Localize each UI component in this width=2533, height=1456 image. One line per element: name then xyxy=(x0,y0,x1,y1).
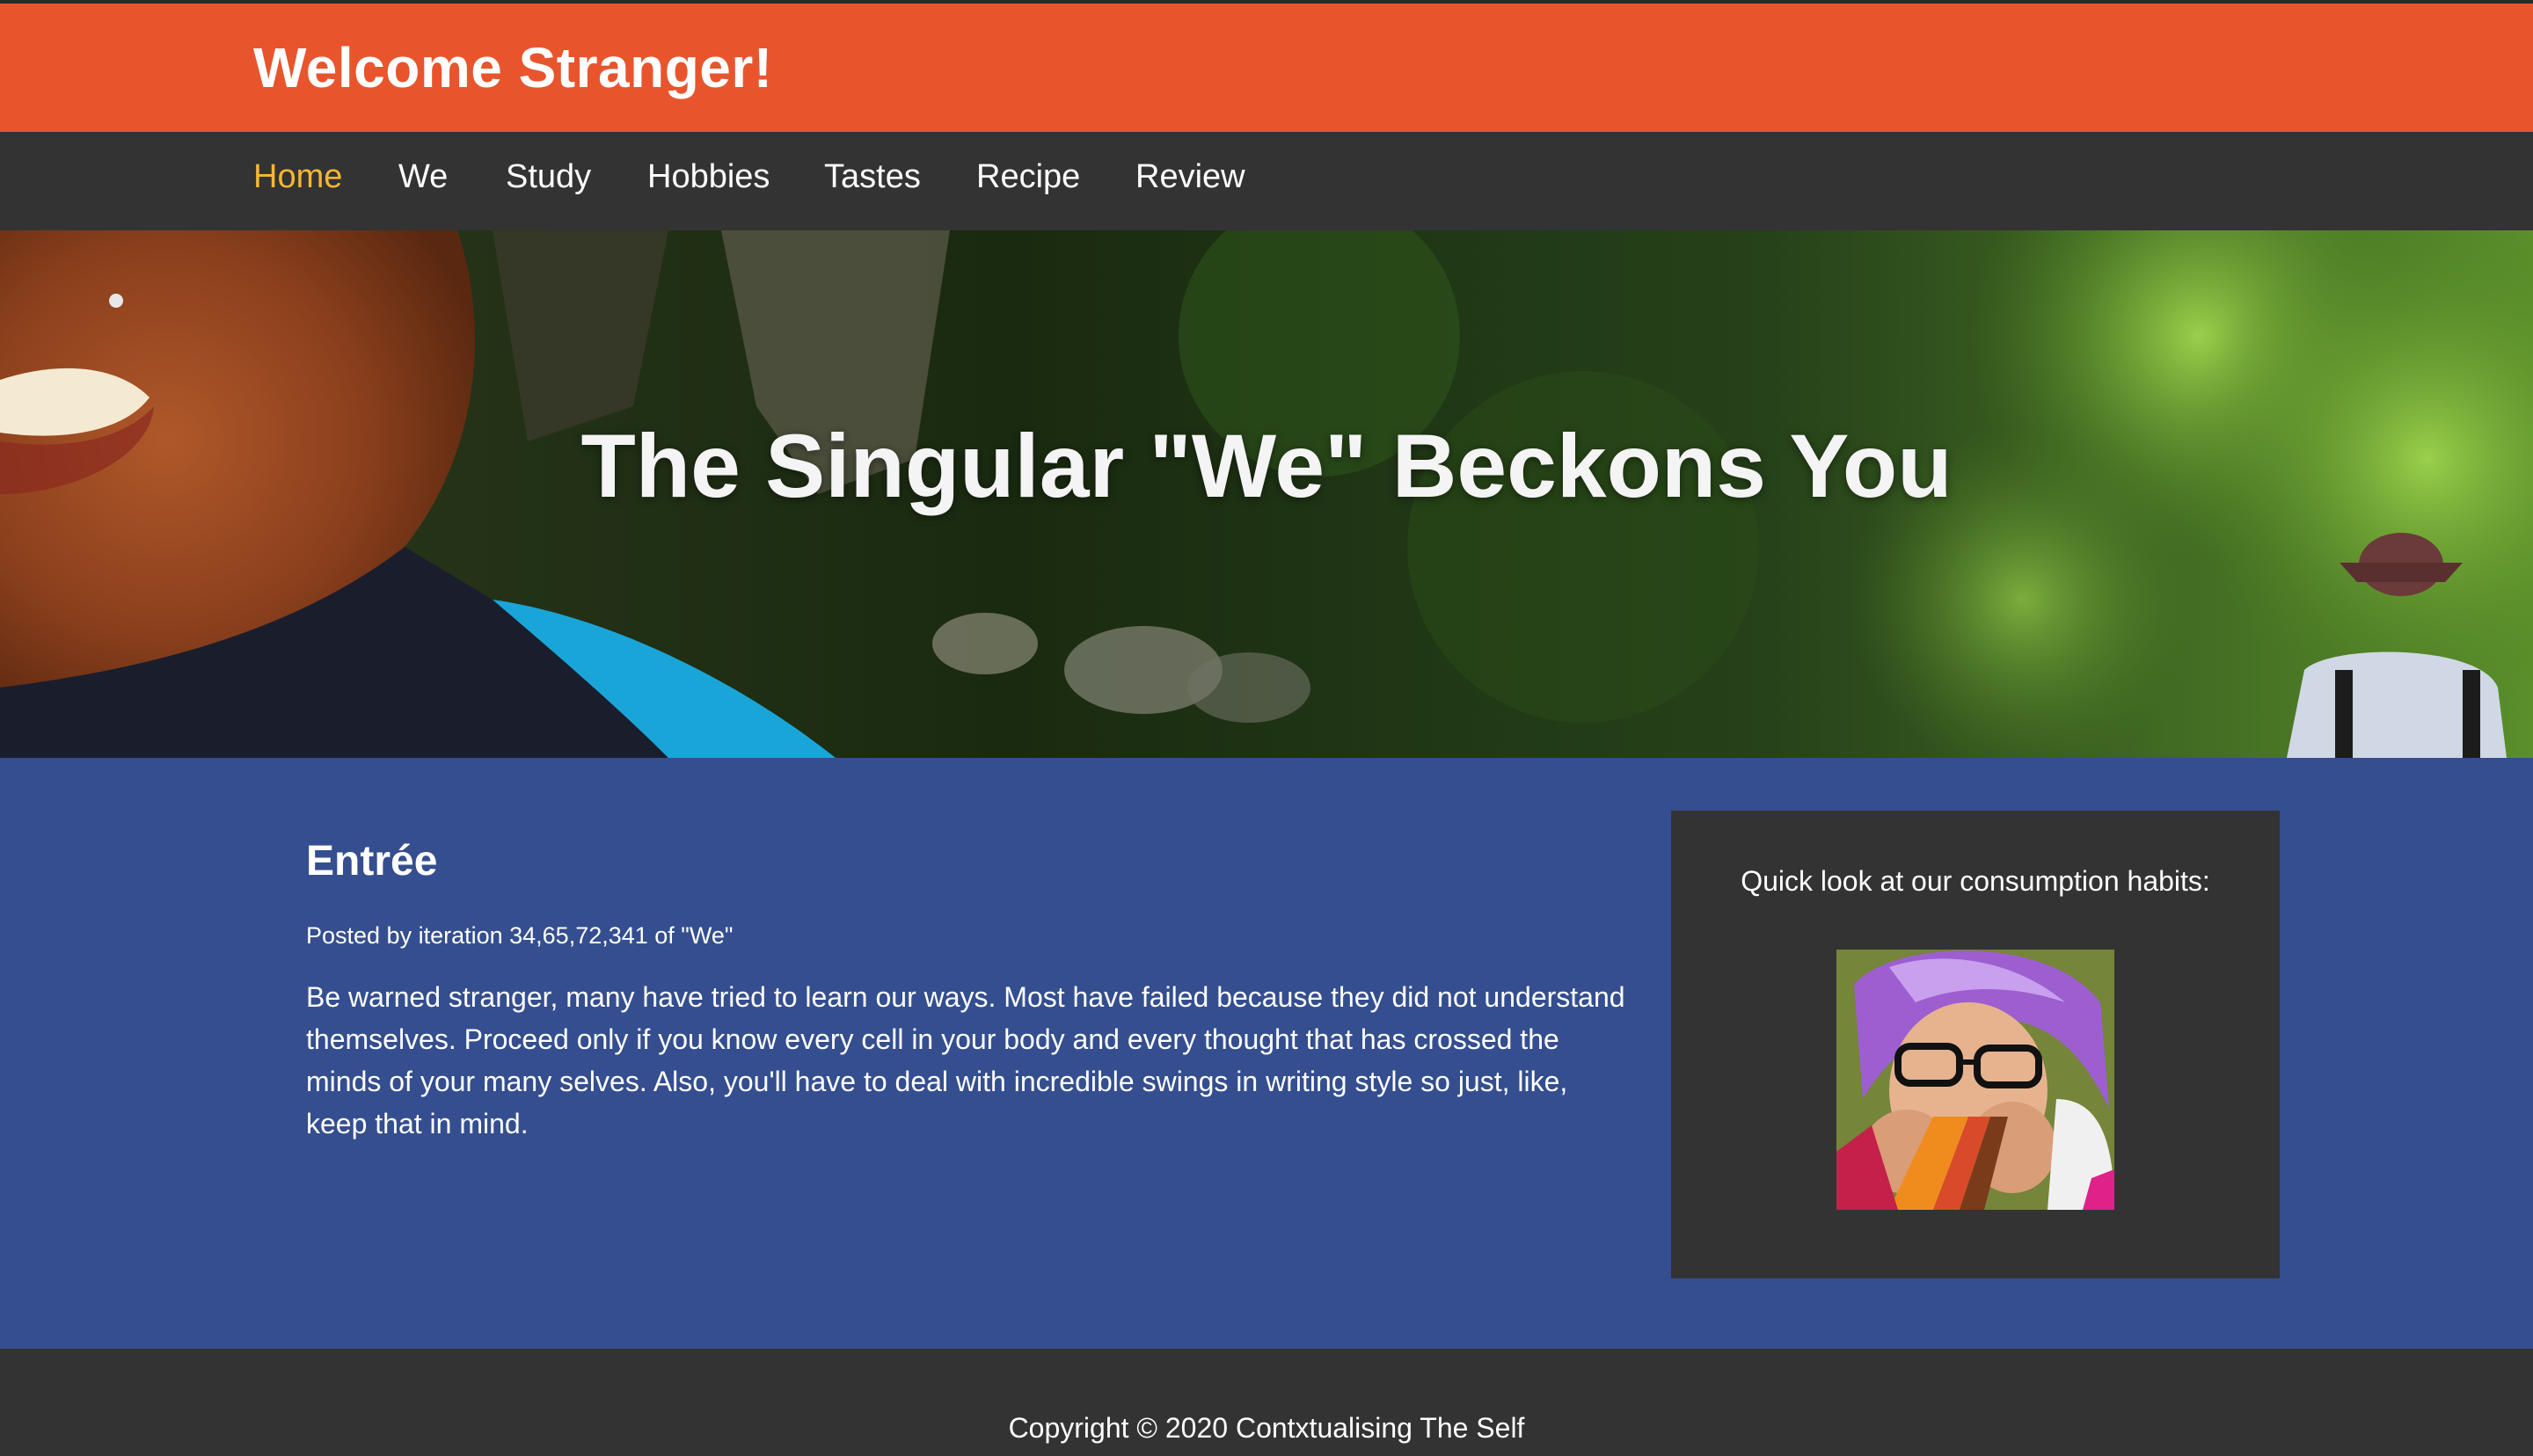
hero-title: The Singular "We" Beckons You xyxy=(580,416,1953,516)
consumption-habits-image xyxy=(1836,950,2114,1210)
nav-item-review[interactable]: Review xyxy=(1135,158,1245,196)
nav-item-tastes[interactable]: Tastes xyxy=(824,158,921,196)
site-footer: Copyright © 2020 Contxtualising The Self xyxy=(0,1349,2533,1456)
article-body: Be warned stranger, many have tried to l… xyxy=(306,981,1625,1139)
site-title: Welcome Stranger! xyxy=(253,36,773,99)
main-nav: Home We Study Hobbies Tastes Recipe Revi… xyxy=(0,132,2533,230)
nav-item-home[interactable]: Home xyxy=(253,158,342,196)
nav-item-recipe[interactable]: Recipe xyxy=(976,158,1080,196)
hero-banner: The Singular "We" Beckons You xyxy=(0,230,2533,758)
site-header: Welcome Stranger! xyxy=(0,4,2533,132)
nav-item-study[interactable]: Study xyxy=(506,158,591,196)
copyright-text: Copyright © 2020 Contxtualising The Self xyxy=(1008,1412,1525,1444)
article-meta: Posted by iteration 34,65,72,341 of "We" xyxy=(306,922,734,949)
main-content: Entrée Posted by iteration 34,65,72,341 … xyxy=(0,758,2533,1349)
article: Entrée Posted by iteration 34,65,72,341 … xyxy=(306,837,1625,1145)
nav-item-we[interactable]: We xyxy=(398,158,448,196)
sidebar-title: Quick look at our consumption habits: xyxy=(1741,865,2210,897)
article-title: Entrée xyxy=(306,838,438,885)
nav-item-hobbies[interactable]: Hobbies xyxy=(647,158,770,196)
sidebar: Quick look at our consumption habits: xyxy=(1671,811,2280,1278)
